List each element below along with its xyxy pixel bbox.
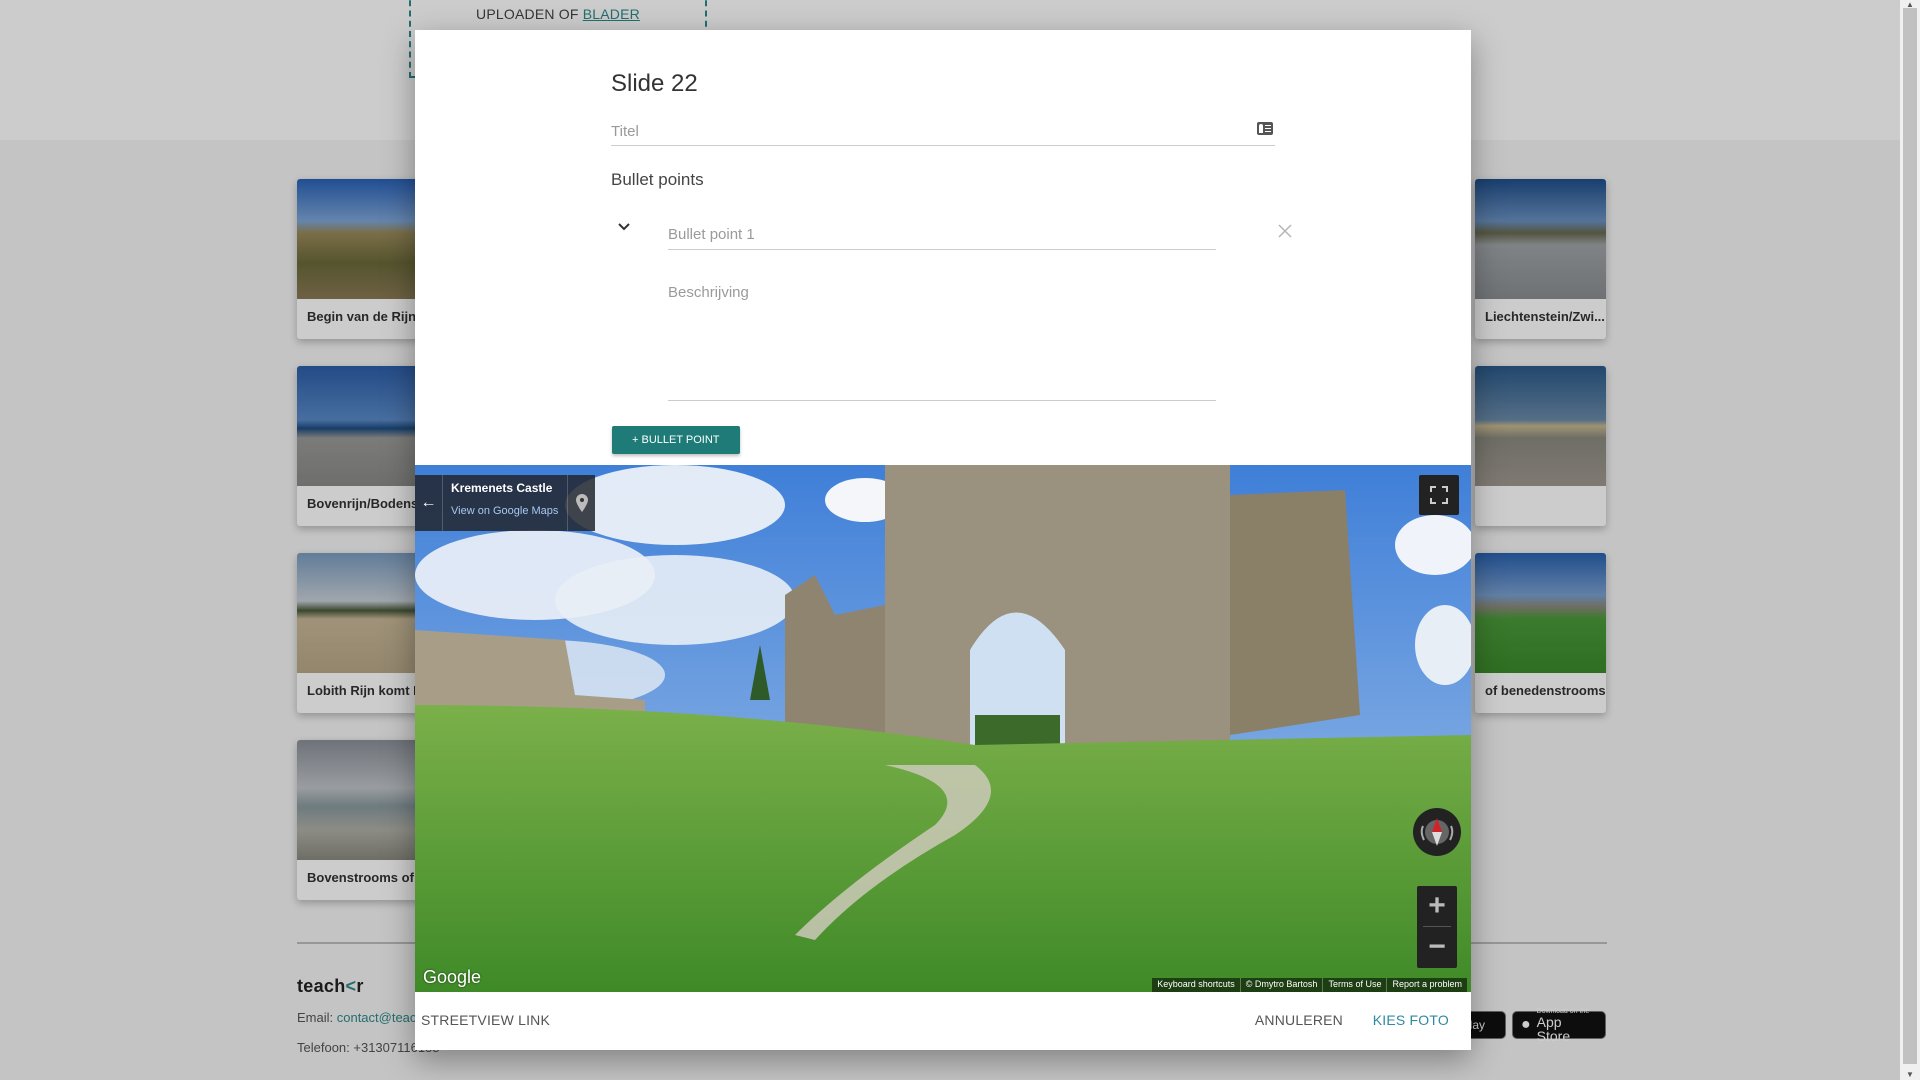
bullet-point-title-input[interactable]: [668, 220, 1216, 248]
zoom-in-button[interactable]: +: [1417, 886, 1457, 926]
photo-credit[interactable]: © Dmytro Bartosh: [1239, 978, 1323, 992]
bullet-point-description-input[interactable]: [668, 280, 1216, 398]
chevron-down-icon[interactable]: [617, 220, 631, 234]
streetview-info-panel: ← Kremenets Castle View on Google Maps: [415, 475, 595, 531]
place-name: Kremenets Castle: [451, 481, 553, 495]
report-problem-link[interactable]: Report a problem: [1386, 978, 1467, 992]
close-icon[interactable]: [1277, 223, 1293, 239]
title-input[interactable]: [611, 118, 1275, 144]
scrollbar-thumb[interactable]: [1903, 8, 1917, 1064]
title-field: [611, 118, 1275, 146]
streetview-link-button[interactable]: STREETVIEW LINK: [421, 1012, 550, 1028]
choose-photo-button[interactable]: KIES FOTO: [1373, 1012, 1449, 1028]
slide-edit-modal: Slide 22 Bullet points + BULLET POINT: [415, 30, 1471, 1050]
streetview-panorama[interactable]: ← Kremenets Castle View on Google Maps +: [415, 465, 1471, 992]
add-bullet-point-button[interactable]: + BULLET POINT: [612, 426, 740, 454]
bullet-point-description-field: [668, 280, 1216, 401]
modal-title: Slide 22: [611, 70, 698, 97]
fullscreen-icon[interactable]: [1419, 475, 1459, 515]
view-on-google-maps-link[interactable]: View on Google Maps: [451, 505, 559, 517]
map-pin-icon[interactable]: [567, 475, 595, 531]
panorama-image: [415, 465, 1471, 992]
bullet-point-title-field: [668, 220, 1216, 250]
zoom-controls: + −: [1417, 886, 1457, 968]
compass-icon[interactable]: [1413, 808, 1461, 856]
cancel-button[interactable]: ANNULEREN: [1255, 1012, 1343, 1028]
page-scrollbar[interactable]: ▲ ▼: [1900, 0, 1920, 1080]
bullet-points-label: Bullet points: [611, 170, 704, 189]
keyboard-shortcuts-link[interactable]: Keyboard shortcuts: [1152, 978, 1240, 992]
google-logo: Google: [423, 967, 482, 987]
streetview-footer: Keyboard shortcuts © Dmytro Bartosh Term…: [1152, 978, 1467, 992]
scroll-down-arrow-icon[interactable]: ▼: [1905, 1070, 1915, 1080]
terms-of-use-link[interactable]: Terms of Use: [1322, 978, 1386, 992]
contact-card-icon[interactable]: [1257, 122, 1273, 135]
back-arrow-icon[interactable]: ←: [415, 475, 443, 531]
zoom-out-button[interactable]: −: [1417, 927, 1457, 967]
modal-actions: STREETVIEW LINK ANNULEREN KIES FOTO: [415, 992, 1471, 1050]
